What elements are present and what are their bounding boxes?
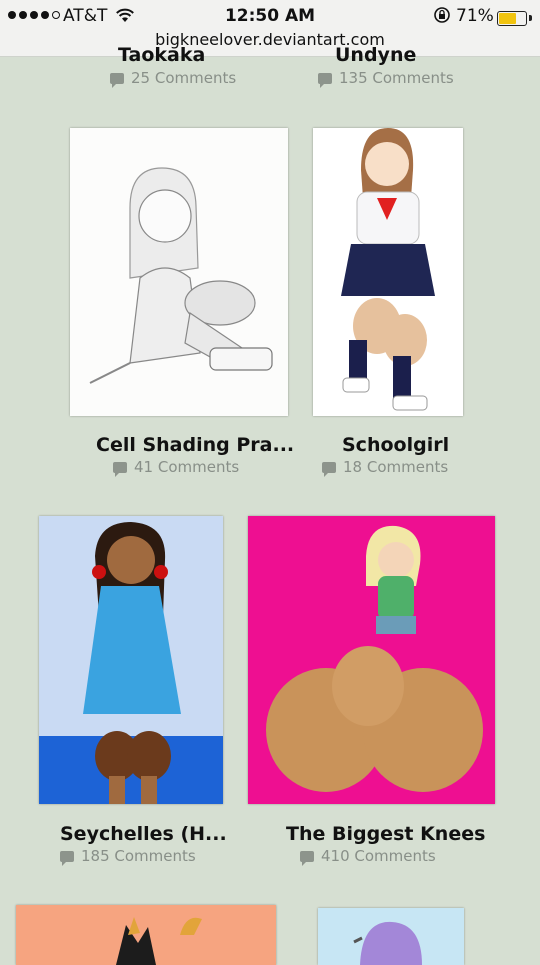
- comment-count: 41 Comments: [113, 458, 239, 477]
- gallery-item-title[interactable]: Cell Shading Pra...: [96, 434, 294, 456]
- thumbnail-next-1[interactable]: [16, 905, 276, 965]
- comment-count: 25 Comments: [110, 69, 236, 88]
- comment-icon: [322, 462, 336, 477]
- thumbnail-next-2[interactable]: [318, 908, 464, 965]
- address-bar-url[interactable]: bigkneelover.deviantart.com: [0, 30, 540, 49]
- comment-count: 410 Comments: [300, 847, 436, 866]
- battery-percent: 71%: [456, 6, 494, 26]
- battery-icon: [497, 11, 527, 26]
- status-bar: AT&T 12:50 AM 71% bigkneelover.deviantar…: [0, 0, 540, 57]
- comment-icon: [60, 851, 74, 866]
- thumbnail-cell-shading[interactable]: [70, 128, 288, 416]
- comment-icon: [110, 73, 124, 88]
- comment-icon: [300, 851, 314, 866]
- rotation-lock-icon: [434, 7, 450, 23]
- gallery-item-title[interactable]: Undyne: [335, 44, 416, 66]
- comment-count: 18 Comments: [322, 458, 448, 477]
- gallery-item-title[interactable]: The Biggest Knees: [286, 823, 485, 845]
- thumbnail-seychelles[interactable]: [39, 516, 223, 804]
- thumbnail-schoolgirl[interactable]: [313, 128, 463, 416]
- comment-icon: [113, 462, 127, 477]
- comment-icon: [318, 73, 332, 88]
- comment-count: 135 Comments: [318, 69, 454, 88]
- thumbnail-biggest-knees[interactable]: [248, 516, 495, 804]
- gallery-item-title[interactable]: Seychelles (H...: [60, 823, 227, 845]
- gallery-item-title[interactable]: Schoolgirl: [342, 434, 449, 456]
- gallery-item-title[interactable]: Taokaka: [118, 44, 205, 66]
- comment-count: 185 Comments: [60, 847, 196, 866]
